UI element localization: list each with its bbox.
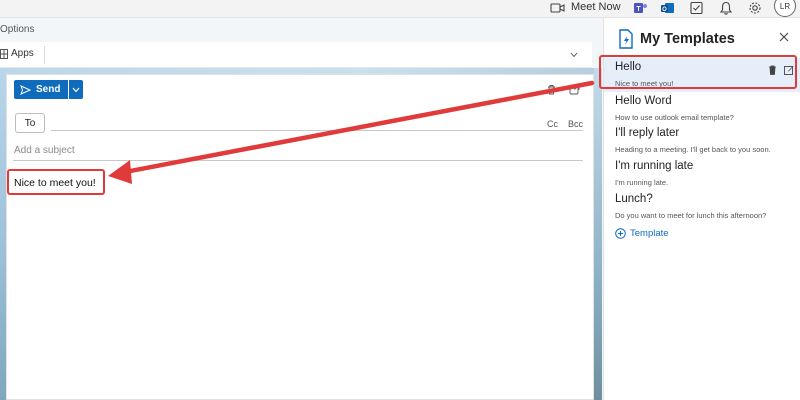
send-options-button[interactable] — [69, 80, 83, 99]
meet-now-button[interactable]: Meet Now — [571, 1, 621, 13]
chevron-down-icon — [72, 87, 80, 92]
gear-icon[interactable] — [747, 1, 763, 15]
compose-pane: Send To Cc Bcc Add a subject Nice to mee… — [6, 74, 594, 400]
template-item[interactable]: I'm running late I'm running late. — [604, 157, 800, 191]
top-bar: Meet Now T O LR — [0, 0, 800, 18]
subject-input[interactable]: Add a subject — [13, 145, 583, 161]
video-camera-icon[interactable] — [550, 1, 566, 15]
template-item[interactable]: Lunch? Do you want to meet for lunch thi… — [604, 190, 800, 224]
apps-row: Apps — [0, 42, 592, 68]
svg-text:O: O — [662, 7, 667, 13]
template-text: I'm running late. — [615, 178, 669, 187]
template-text: How to use outlook email template? — [615, 113, 734, 122]
apps-button[interactable]: Apps — [11, 48, 34, 59]
close-icon[interactable] — [779, 32, 789, 42]
popout-icon[interactable] — [569, 84, 580, 95]
background-image — [594, 68, 602, 400]
body-highlight-box — [7, 169, 105, 195]
discard-icon[interactable] — [546, 84, 557, 95]
template-highlight-box — [599, 55, 797, 89]
template-title: I'm running late — [615, 160, 694, 172]
template-title: Hello Word — [615, 95, 672, 107]
to-field[interactable] — [51, 130, 583, 131]
apps-divider — [44, 46, 45, 64]
add-circle-icon — [615, 228, 626, 239]
send-button[interactable]: Send — [14, 80, 68, 99]
panel-title: My Templates — [640, 31, 735, 47]
template-item[interactable]: Hello Word How to use outlook email temp… — [604, 92, 800, 126]
apps-grid-icon[interactable] — [0, 49, 8, 59]
cc-button[interactable]: Cc — [547, 119, 558, 129]
tasks-icon[interactable] — [689, 1, 705, 15]
template-document-icon — [619, 29, 633, 49]
to-button[interactable]: To — [15, 113, 45, 133]
template-text: Heading to a meeting. I'll get back to y… — [615, 145, 771, 154]
template-title: Lunch? — [615, 193, 653, 205]
add-template-button[interactable]: Template — [615, 228, 669, 239]
bell-icon[interactable] — [718, 1, 734, 15]
template-text: Do you want to meet for lunch this after… — [615, 211, 767, 220]
template-item[interactable]: I'll reply later Heading to a meeting. I… — [604, 124, 800, 158]
send-icon — [20, 84, 31, 95]
send-label: Send — [36, 84, 61, 95]
avatar[interactable]: LR — [774, 0, 796, 17]
options-tab[interactable]: Options — [0, 24, 34, 35]
svg-text:T: T — [636, 6, 641, 13]
chevron-down-icon[interactable] — [570, 52, 578, 58]
template-title: I'll reply later — [615, 127, 680, 139]
outlook-icon[interactable]: O — [660, 1, 676, 15]
add-template-label: Template — [630, 228, 669, 239]
bcc-button[interactable]: Bcc — [568, 119, 583, 129]
teams-icon[interactable]: T — [632, 1, 648, 15]
